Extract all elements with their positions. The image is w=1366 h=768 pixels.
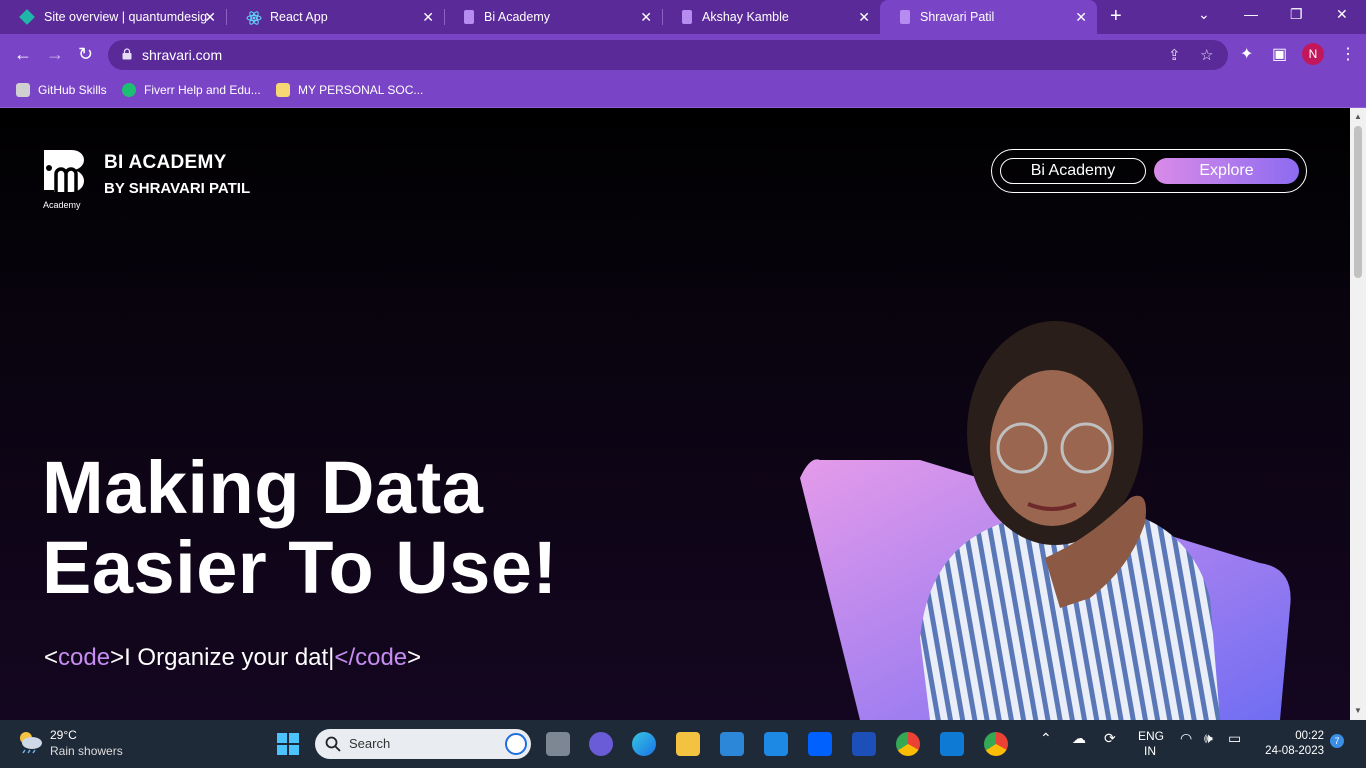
chrome-icon[interactable] — [896, 732, 920, 756]
hero-heading: Making Data Easier To Use! — [42, 448, 558, 608]
notification-badge[interactable]: 7 — [1330, 734, 1344, 748]
tab-react-app[interactable]: React App ✕ — [226, 0, 445, 34]
bing-icon[interactable] — [505, 733, 527, 755]
browser-toolbar: ← → ↻ shravari.com ⇪ ☆ ✦ ▣ N ⋮ — [0, 34, 1366, 76]
hero-portrait-image — [800, 321, 1291, 720]
show-hidden-icons-chevron-icon[interactable]: ⌃ — [1040, 730, 1052, 747]
tab-title: React App — [270, 10, 328, 24]
site-nav: Bi Academy Explore — [991, 149, 1307, 193]
hero-line-1: Making Data — [42, 446, 484, 529]
back-button[interactable]: ← — [14, 44, 32, 64]
address-bar[interactable]: shravari.com ⇪ ☆ — [108, 40, 1228, 70]
mail-icon[interactable] — [764, 732, 788, 756]
volume-icon[interactable]: 🕪 — [1204, 730, 1213, 747]
tab-bi-academy[interactable]: Bi Academy ✕ — [444, 0, 663, 34]
windows-start-icon[interactable] — [276, 732, 300, 756]
side-panel-icon[interactable]: ▣ — [1272, 44, 1287, 64]
myhp-icon[interactable] — [852, 732, 876, 756]
chrome-active-icon[interactable] — [984, 732, 1008, 756]
weather-temperature: 29°C — [50, 728, 77, 742]
search-placeholder: Search — [349, 736, 391, 751]
folder-icon — [276, 83, 290, 97]
sync-icon[interactable]: ⟳ — [1104, 730, 1116, 747]
search-icon — [325, 736, 341, 752]
tab-title: Shravari Patil — [920, 10, 995, 24]
lock-icon[interactable] — [122, 48, 132, 60]
scroll-thumb[interactable] — [1354, 126, 1362, 278]
tab-akshay-kamble[interactable]: Akshay Kamble ✕ — [662, 0, 880, 34]
close-icon[interactable]: ✕ — [422, 9, 434, 26]
forward-button[interactable]: → — [46, 44, 64, 64]
typewriter-text: I Organize your dat| — [124, 644, 335, 671]
microsoft-store-icon[interactable] — [720, 732, 744, 756]
bi-academy-icon — [900, 10, 910, 24]
system-clock[interactable]: 00:22 24-08-2023 — [1256, 729, 1324, 759]
dropbox-icon[interactable] — [808, 732, 832, 756]
url-text: shravari.com — [142, 47, 223, 63]
netlify-icon — [19, 9, 35, 25]
brand-subtitle: BY SHRAVARI PATIL — [104, 180, 251, 197]
vscode-icon[interactable] — [940, 732, 964, 756]
clock-time: 00:22 — [1295, 730, 1324, 742]
tab-search-chevron-icon[interactable]: ⌄ — [1198, 6, 1210, 23]
bi-academy-icon — [464, 10, 474, 24]
tab-shravari-patil[interactable]: Shravari Patil ✕ — [880, 0, 1097, 34]
minimize-button[interactable]: — — [1244, 6, 1258, 22]
page-viewport: Academy BI ACADEMY BY SHRAVARI PATIL Bi … — [0, 108, 1350, 720]
file-explorer-icon[interactable] — [676, 732, 700, 756]
explore-button[interactable]: Explore — [1154, 158, 1299, 184]
close-icon[interactable]: ✕ — [858, 9, 870, 26]
face-shape — [990, 370, 1114, 526]
rain-cloud-icon — [20, 732, 42, 754]
extensions-icon[interactable]: ✦ — [1240, 44, 1253, 64]
logo-caption: Academy — [43, 200, 81, 210]
restore-button[interactable]: ❐ — [1290, 6, 1303, 23]
profile-avatar[interactable]: N — [1302, 43, 1324, 65]
onedrive-icon[interactable]: ☁ — [1072, 730, 1086, 747]
edge-icon[interactable] — [632, 732, 656, 756]
bi-academy-button[interactable]: Bi Academy — [1000, 158, 1146, 184]
bookmark-star-icon[interactable]: ☆ — [1200, 46, 1213, 64]
new-tab-button[interactable]: + — [1110, 5, 1122, 28]
tab-site-overview[interactable]: Site overview | quantumdesig ✕ — [0, 0, 227, 34]
teams-chat-icon[interactable] — [589, 732, 613, 756]
language-indicator[interactable]: ENG IN — [1138, 729, 1164, 759]
scroll-down-icon[interactable]: ▼ — [1354, 706, 1362, 715]
task-view-icon[interactable] — [546, 732, 570, 756]
weather-description: Rain showers — [50, 744, 123, 758]
close-icon[interactable]: ✕ — [204, 9, 216, 26]
taskbar-search-box[interactable]: Search — [315, 729, 531, 759]
battery-icon[interactable]: ▭ — [1228, 730, 1241, 747]
react-icon — [246, 10, 262, 25]
tab-title: Akshay Kamble — [702, 10, 789, 24]
bi-academy-icon — [682, 10, 692, 24]
tab-title: Site overview | quantumdesig — [44, 10, 208, 24]
github-icon — [16, 83, 30, 97]
close-window-button[interactable]: ✕ — [1336, 6, 1348, 23]
scroll-up-icon[interactable]: ▲ — [1354, 112, 1362, 121]
windows-taskbar: 29°C Rain showers Search ⌃ ☁ ⟳ ENG IN ◠ … — [0, 720, 1366, 768]
wifi-icon[interactable]: ◠ — [1180, 730, 1192, 747]
page-scrollbar[interactable]: ▲ ▼ — [1350, 108, 1366, 720]
weather-widget[interactable]: 29°C Rain showers — [16, 728, 123, 758]
browser-tab-bar: Site overview | quantumdesig ✕ React App… — [0, 0, 1366, 34]
bookmarks-bar: GitHub Skills Fiverr Help and Edu... MY … — [0, 76, 1366, 108]
share-icon[interactable]: ⇪ — [1168, 46, 1181, 64]
hero-line-2: Easier To Use! — [42, 526, 558, 609]
close-icon[interactable]: ✕ — [640, 9, 652, 26]
bookmark-fiverr[interactable]: Fiverr Help and Edu... — [122, 83, 261, 97]
typewriter-line: <code>I Organize your dat|</code> — [44, 644, 422, 671]
clock-date: 24-08-2023 — [1265, 745, 1324, 757]
bookmark-github-skills[interactable]: GitHub Skills — [16, 83, 107, 97]
reload-button[interactable]: ↻ — [78, 44, 93, 64]
brand-title: BI ACADEMY — [104, 152, 227, 173]
tab-title: Bi Academy — [484, 10, 551, 24]
fiverr-icon — [122, 83, 136, 97]
bi-academy-logo[interactable]: Academy — [42, 148, 92, 210]
bookmark-personal-folder[interactable]: MY PERSONAL SOC... — [276, 83, 423, 97]
menu-kebab-icon[interactable]: ⋮ — [1340, 44, 1356, 64]
close-icon[interactable]: ✕ — [1075, 9, 1087, 26]
